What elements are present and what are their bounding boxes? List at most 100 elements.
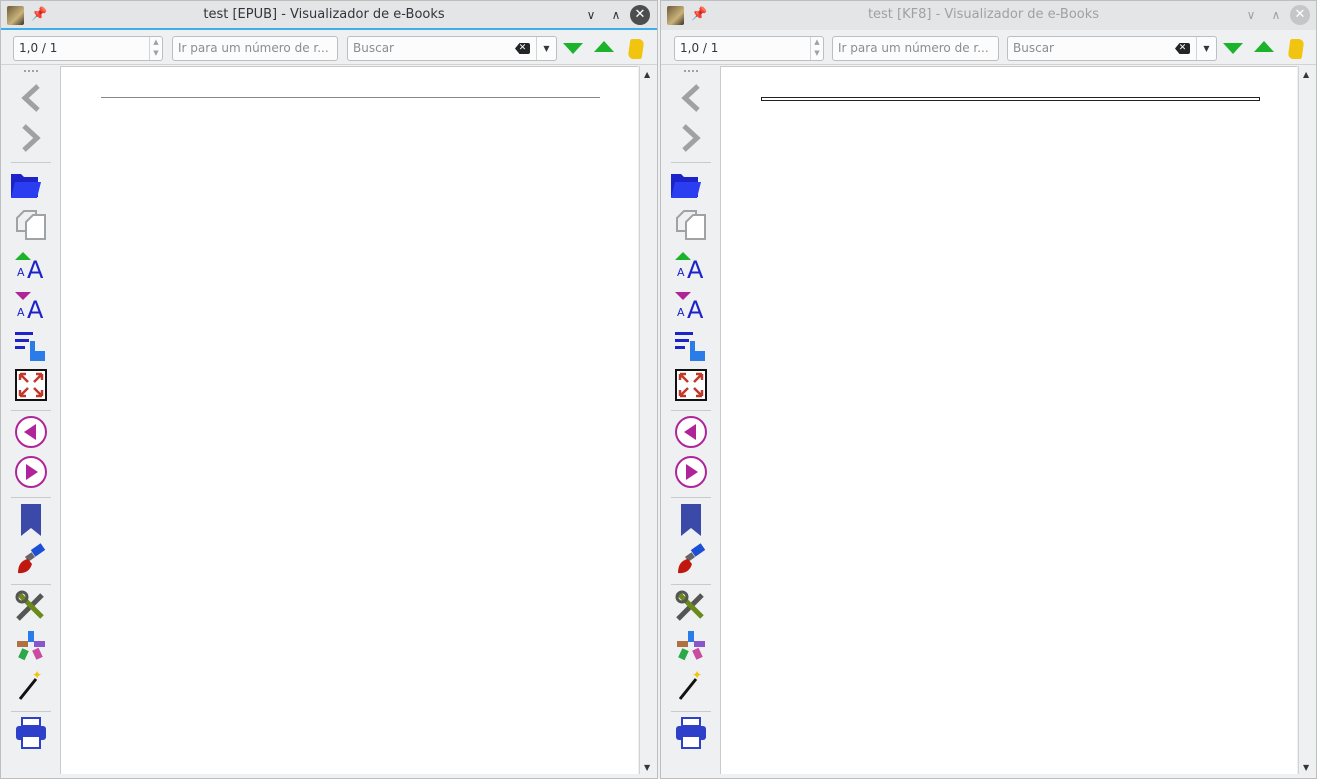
goto-reference-input[interactable]: Ir para um número de r... bbox=[832, 36, 999, 61]
separator bbox=[11, 162, 51, 163]
svg-text:A: A bbox=[17, 266, 25, 279]
separator bbox=[11, 584, 51, 585]
previous-page-icon[interactable] bbox=[673, 414, 709, 450]
toolbar-grip[interactable] bbox=[684, 70, 698, 74]
maximize-button[interactable]: ∧ bbox=[606, 5, 626, 25]
clear-search-icon[interactable]: ✕ bbox=[515, 43, 530, 54]
back-icon[interactable] bbox=[13, 80, 49, 116]
reference-mode-icon[interactable] bbox=[673, 628, 709, 664]
sidebar-toolbar: AA AA ✦ bbox=[661, 66, 720, 778]
find-previous-icon[interactable] bbox=[594, 41, 614, 52]
search-input[interactable]: Buscar ✕ ▼ bbox=[1007, 36, 1217, 61]
separator bbox=[11, 410, 51, 411]
vertical-scrollbar[interactable]: ▲ ▼ bbox=[639, 66, 657, 774]
next-page-icon[interactable] bbox=[13, 454, 49, 490]
print-icon[interactable] bbox=[673, 715, 709, 751]
app-icon[interactable] bbox=[7, 6, 24, 25]
pin-icon[interactable]: 📌 bbox=[691, 6, 707, 24]
font-larger-icon[interactable]: AA bbox=[673, 247, 709, 283]
find-next-icon[interactable] bbox=[563, 43, 583, 54]
goto-reference-input[interactable]: Ir para um número de r... bbox=[172, 36, 338, 61]
close-button[interactable]: ✕ bbox=[1290, 5, 1310, 25]
book-content-area[interactable] bbox=[720, 66, 1297, 774]
page-position-spinbox[interactable]: 1,0 / 1 ▲ ▼ bbox=[13, 36, 163, 61]
svg-text:A: A bbox=[27, 256, 44, 280]
previous-page-icon[interactable] bbox=[13, 414, 49, 450]
lookup-wand-icon[interactable]: ✦ bbox=[673, 668, 709, 704]
copy-icon[interactable] bbox=[673, 207, 709, 243]
forward-icon[interactable] bbox=[13, 120, 49, 156]
reference-mode-icon[interactable] bbox=[13, 628, 49, 664]
toc-icon[interactable] bbox=[673, 327, 709, 363]
book-content-area[interactable] bbox=[60, 66, 638, 774]
clear-search-icon[interactable]: ✕ bbox=[1175, 43, 1190, 54]
search-history-dropdown[interactable]: ▼ bbox=[536, 37, 556, 60]
minimize-button[interactable]: ∨ bbox=[581, 5, 601, 25]
spin-buttons[interactable]: ▲ ▼ bbox=[810, 37, 823, 60]
search-input[interactable]: Buscar ✕ ▼ bbox=[347, 36, 557, 61]
open-ebook-icon[interactable] bbox=[9, 167, 45, 203]
toolbar: 1,0 / 1 ▲ ▼ Ir para um número de r... Bus… bbox=[1, 32, 657, 65]
app-icon[interactable] bbox=[667, 6, 684, 25]
font-larger-icon[interactable]: AA bbox=[13, 247, 49, 283]
window-title: test [KF8] - Visualizador de e-Books bbox=[867, 7, 1100, 22]
search-placeholder: Buscar bbox=[1013, 41, 1054, 55]
titlebar[interactable]: 📌 test [KF8] - Visualizador de e-Books ∨… bbox=[661, 1, 1316, 30]
theme-brush-icon[interactable] bbox=[13, 542, 49, 578]
search-placeholder: Buscar bbox=[353, 41, 394, 55]
sidebar-toolbar: AA AA ✦ bbox=[1, 66, 60, 778]
page-position-spinbox[interactable]: 1,0 / 1 ▲ ▼ bbox=[674, 36, 824, 61]
svg-text:A: A bbox=[27, 296, 44, 320]
pin-icon[interactable]: 📌 bbox=[31, 6, 47, 24]
font-smaller-icon[interactable]: AA bbox=[673, 287, 709, 323]
preferences-icon[interactable] bbox=[13, 588, 49, 624]
next-page-icon[interactable] bbox=[673, 454, 709, 490]
font-smaller-icon[interactable]: AA bbox=[13, 287, 49, 323]
titlebar[interactable]: 📌 test [EPUB] - Visualizador de e-Books … bbox=[1, 1, 657, 30]
scroll-up-icon[interactable]: ▲ bbox=[644, 70, 650, 79]
print-icon[interactable] bbox=[13, 715, 49, 751]
horizontal-rule bbox=[761, 97, 1260, 101]
minimize-button[interactable]: ∨ bbox=[1241, 5, 1261, 25]
window-title: test [EPUB] - Visualizador de e-Books bbox=[203, 7, 445, 22]
viewer-window-epub: 📌 test [EPUB] - Visualizador de e-Books … bbox=[0, 0, 658, 779]
vertical-scrollbar[interactable]: ▲ ▼ bbox=[1298, 66, 1316, 774]
lookup-wand-icon[interactable]: ✦ bbox=[13, 668, 49, 704]
svg-text:A: A bbox=[687, 256, 704, 280]
forward-icon[interactable] bbox=[673, 120, 709, 156]
fullscreen-icon[interactable] bbox=[13, 367, 49, 403]
reference-scroll-icon[interactable] bbox=[1287, 39, 1305, 59]
bookmark-icon[interactable] bbox=[13, 502, 49, 538]
separator bbox=[671, 497, 711, 498]
spin-buttons[interactable]: ▲ ▼ bbox=[149, 37, 162, 60]
preferences-icon[interactable] bbox=[673, 588, 709, 624]
scroll-down-icon[interactable]: ▼ bbox=[644, 763, 650, 772]
maximize-button[interactable]: ∧ bbox=[1266, 5, 1286, 25]
svg-text:✦: ✦ bbox=[692, 669, 702, 682]
scroll-down-icon[interactable]: ▼ bbox=[1303, 763, 1309, 772]
find-previous-icon[interactable] bbox=[1254, 41, 1274, 52]
separator bbox=[11, 497, 51, 498]
svg-text:A: A bbox=[687, 296, 704, 320]
svg-text:A: A bbox=[17, 306, 25, 319]
copy-icon[interactable] bbox=[13, 207, 49, 243]
fullscreen-icon[interactable] bbox=[673, 367, 709, 403]
toc-icon[interactable] bbox=[13, 327, 49, 363]
find-next-icon[interactable] bbox=[1223, 43, 1243, 54]
back-icon[interactable] bbox=[673, 80, 709, 116]
reference-scroll-icon[interactable] bbox=[627, 39, 645, 59]
theme-brush-icon[interactable] bbox=[673, 542, 709, 578]
search-history-dropdown[interactable]: ▼ bbox=[1196, 37, 1216, 60]
svg-text:A: A bbox=[677, 306, 685, 319]
toolbar: 1,0 / 1 ▲ ▼ Ir para um número de r... Bus… bbox=[661, 32, 1316, 65]
page-position-value: 1,0 / 1 bbox=[19, 41, 58, 55]
svg-text:✦: ✦ bbox=[32, 669, 42, 682]
separator bbox=[671, 410, 711, 411]
separator bbox=[11, 711, 51, 712]
toolbar-grip[interactable] bbox=[24, 70, 38, 74]
scroll-up-icon[interactable]: ▲ bbox=[1303, 70, 1309, 79]
separator bbox=[671, 584, 711, 585]
close-button[interactable]: ✕ bbox=[630, 5, 650, 25]
open-ebook-icon[interactable] bbox=[669, 167, 705, 203]
bookmark-icon[interactable] bbox=[673, 502, 709, 538]
